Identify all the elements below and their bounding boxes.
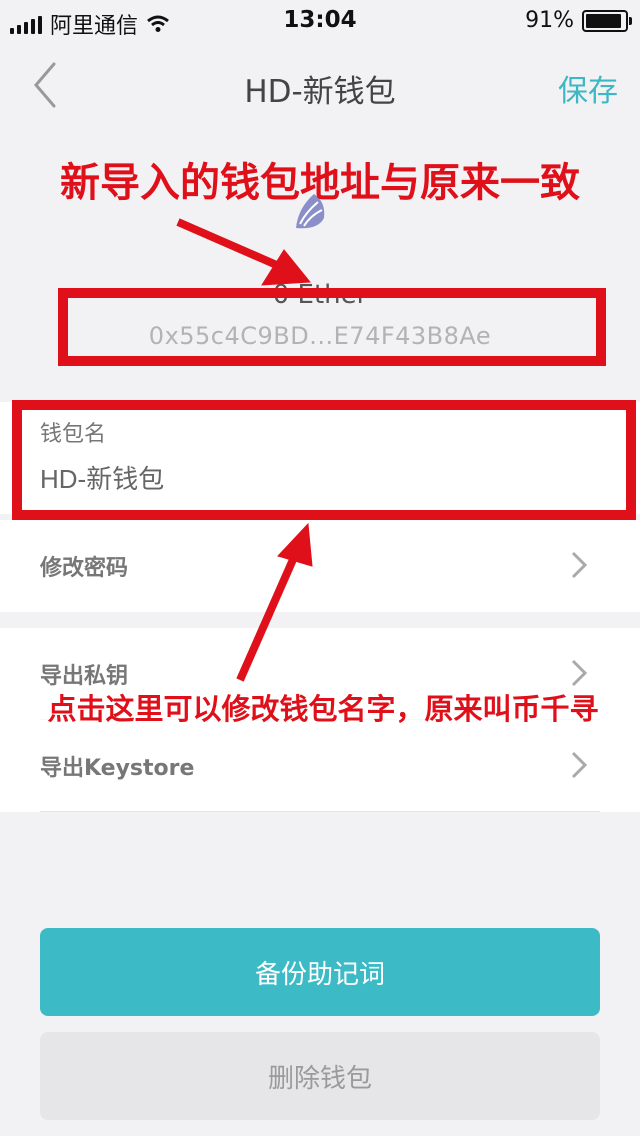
divider xyxy=(40,811,600,812)
name-highlight-box xyxy=(12,400,636,520)
chevron-right-icon xyxy=(571,551,588,579)
export-keystore-label: 导出Keystore xyxy=(40,756,195,781)
page-title: HD-新钱包 xyxy=(244,74,396,110)
chevron-right-icon xyxy=(571,751,588,779)
status-bar: 阿里通信 13:04 91% xyxy=(0,0,640,40)
delete-wallet-button[interactable]: 删除钱包 xyxy=(40,1032,600,1120)
address-highlight-box xyxy=(58,288,606,366)
chevron-right-icon xyxy=(571,659,588,687)
battery-info: 91% xyxy=(525,8,632,33)
annotation-address-note: 新导入的钱包地址与原来一致 xyxy=(60,160,580,206)
battery-icon xyxy=(582,9,632,32)
change-password-label: 修改密码 xyxy=(40,556,129,581)
change-password-row[interactable]: 修改密码 xyxy=(0,520,640,612)
battery-percent: 91% xyxy=(525,8,574,33)
save-button[interactable]: 保存 xyxy=(558,66,618,110)
export-keystore-row[interactable]: 导出Keystore xyxy=(0,720,640,812)
annotation-name-note: 点击这里可以修改钱包名字，原来叫币千寻 xyxy=(8,686,638,728)
backup-mnemonic-button[interactable]: 备份助记词 xyxy=(40,928,600,1016)
nav-bar: HD-新钱包 保存 xyxy=(0,40,640,128)
battery-fill xyxy=(586,13,621,28)
